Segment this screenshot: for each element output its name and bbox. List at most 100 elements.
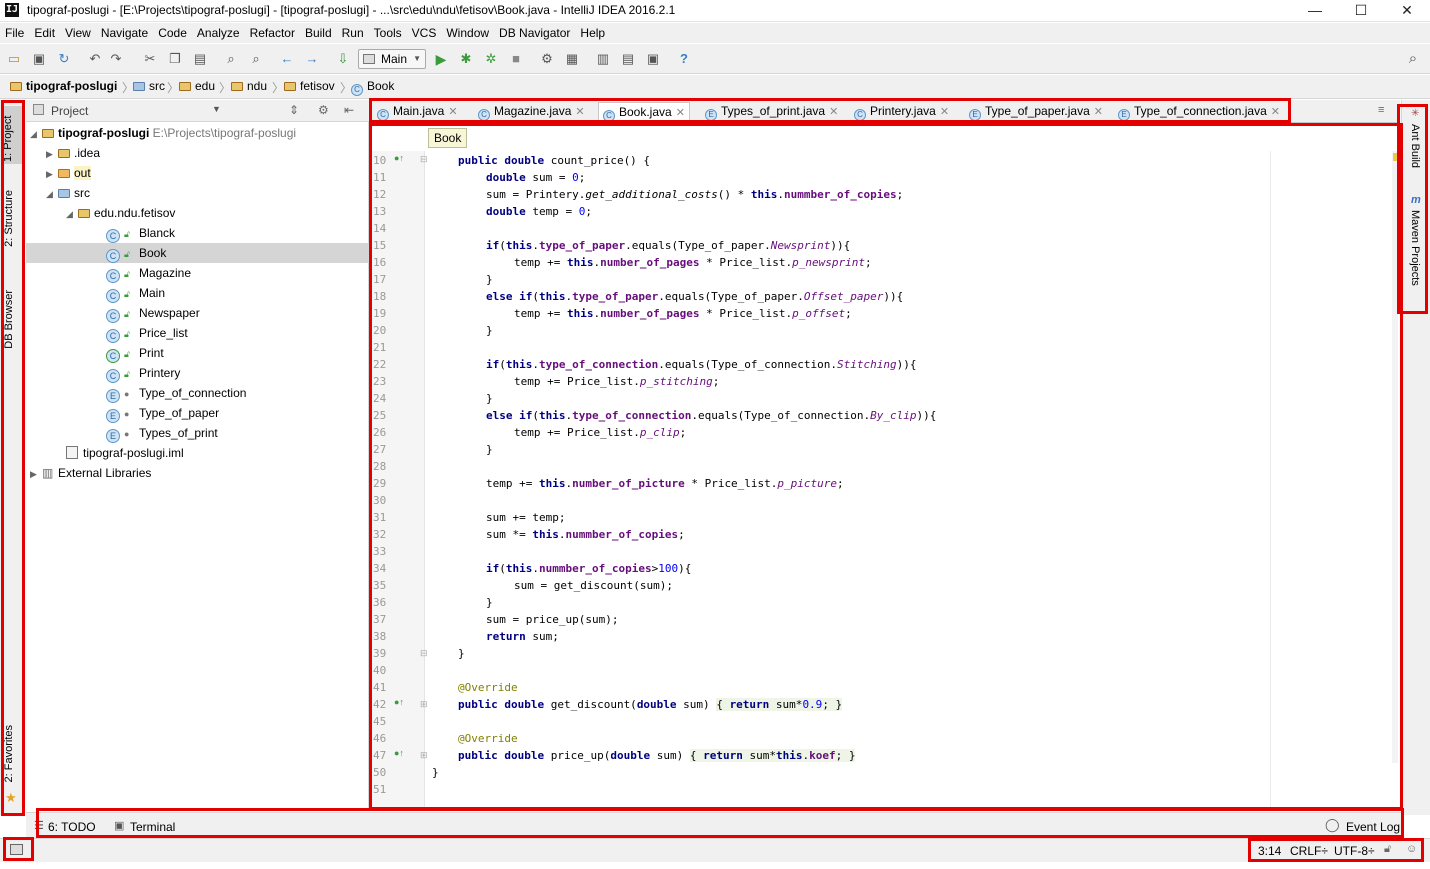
fold-icon[interactable]: ⊞ <box>420 750 428 761</box>
tree-item-class[interactable]: C 🔓︎ Newspaper <box>106 303 200 323</box>
caret-position[interactable]: 3:14 <box>1258 844 1281 858</box>
sync-icon[interactable]: ↻ <box>56 51 72 67</box>
tab-todo[interactable]: 6: TODO <box>48 820 96 834</box>
breadcrumb-project[interactable]: tipograf-poslugi <box>10 79 117 93</box>
tree-item-enum[interactable]: E ● Type_of_paper <box>106 403 219 423</box>
debug-icon[interactable]: ✱ <box>458 51 474 67</box>
menu-analyze[interactable]: Analyze <box>192 23 245 43</box>
menu-build[interactable]: Build <box>300 23 337 43</box>
override-marker-icon[interactable]: ●↑ <box>394 697 404 707</box>
coverage-icon[interactable]: ✲ <box>483 51 499 67</box>
menu-code[interactable]: Code <box>153 23 192 43</box>
help-icon[interactable]: ? <box>676 51 692 67</box>
fold-icon[interactable]: ⊞ <box>420 699 428 710</box>
menu-vcs[interactable]: VCS <box>407 23 442 43</box>
paste-icon[interactable]: ▤ <box>192 51 208 67</box>
tool-windows-toggle-icon[interactable] <box>10 844 23 855</box>
menu-refactor[interactable]: Refactor <box>245 23 300 43</box>
run-configuration-select[interactable]: Main ▼ <box>358 49 426 69</box>
chevron-down-icon[interactable]: ▼ <box>212 104 221 114</box>
tree-item-enum[interactable]: E ● Type_of_connection <box>106 383 246 403</box>
forward-icon[interactable]: → <box>304 51 320 67</box>
open-folder-icon[interactable]: ▭ <box>6 51 22 67</box>
close-icon[interactable]: ✕ <box>829 106 838 118</box>
redo-icon[interactable]: ↷ <box>108 51 124 67</box>
maximize-button[interactable]: ☐ <box>1338 0 1384 22</box>
tree-item-src[interactable]: ◢ src <box>46 183 90 203</box>
tree-item-class-selected[interactable]: C 🔓︎ Book <box>26 243 368 263</box>
run-icon[interactable]: ▶ <box>433 51 449 67</box>
tree-item-class[interactable]: C 🔓︎ Printery <box>106 363 180 383</box>
tree-item-project-root[interactable]: ◢ tipograf-poslugi E:\Projects\tipograf-p… <box>30 123 296 143</box>
sdk-manager-icon[interactable]: ▥ <box>595 51 611 67</box>
back-icon[interactable]: ← <box>279 51 295 67</box>
menu-file[interactable]: File <box>0 23 29 43</box>
breadcrumb-book[interactable]: C Book <box>351 79 394 96</box>
undo-icon[interactable]: ↶ <box>87 51 103 67</box>
menu-run[interactable]: Run <box>337 23 369 43</box>
tab-main-java[interactable]: C Main.java ✕ <box>373 102 462 123</box>
tab-magazine-java[interactable]: C Magazine.java ✕ <box>474 102 589 123</box>
tab-ant-build[interactable]: Ant Build <box>1409 124 1421 168</box>
tree-item-iml[interactable]: tipograf-poslugi.iml <box>66 443 184 463</box>
breadcrumb-src[interactable]: src <box>133 79 165 93</box>
override-marker-icon[interactable]: ●↑ <box>394 153 404 163</box>
tree-item-enum[interactable]: E ● Types_of_print <box>106 423 218 443</box>
tab-list-icon[interactable]: ≡ <box>1378 104 1384 116</box>
tab-printery-java[interactable]: C Printery.java ✕ <box>850 102 953 123</box>
menu-tools[interactable]: Tools <box>369 23 407 43</box>
code-editor[interactable]: Book 10 11 12 13 14 15 16 17 18 19 20 21… <box>370 123 1400 811</box>
tree-item-class[interactable]: C 🔓︎ Print <box>106 343 164 363</box>
fold-icon[interactable]: ⊟ <box>420 648 428 659</box>
gear-icon[interactable]: ⚙ <box>318 103 329 117</box>
tab-structure-tool[interactable]: 2: Structure <box>3 190 15 247</box>
tab-terminal[interactable]: Terminal <box>130 820 175 834</box>
tree-item-class[interactable]: C 🔓︎ Blanck <box>106 223 175 243</box>
breadcrumb-fetisov[interactable]: fetisov <box>284 79 335 93</box>
close-icon[interactable]: ✕ <box>1094 106 1103 118</box>
inspector-icon[interactable]: ☺ <box>1406 843 1417 855</box>
scroll-from-source-icon[interactable]: ⇕ <box>289 103 299 117</box>
override-marker-icon[interactable]: ●↑ <box>394 748 404 758</box>
tab-types-of-print-java[interactable]: E Types_of_print.java ✕ <box>701 102 842 123</box>
cut-icon[interactable]: ✂ <box>142 51 158 67</box>
menu-help[interactable]: Help <box>575 23 610 43</box>
tree-item-idea[interactable]: ▶ .idea <box>46 143 100 163</box>
android-icon[interactable]: ▣ <box>645 51 661 67</box>
menu-edit[interactable]: Edit <box>29 23 60 43</box>
file-encoding[interactable]: UTF-8÷ <box>1334 844 1375 858</box>
tab-db-browser-tool[interactable]: DB Browser <box>3 290 15 349</box>
settings-icon[interactable]: ⚙ <box>539 51 555 67</box>
avd-manager-icon[interactable]: ▤ <box>620 51 636 67</box>
stop-icon[interactable]: ■ <box>508 51 524 67</box>
project-structure-icon[interactable]: ▦ <box>564 51 580 67</box>
tab-book-java[interactable]: C Book.java ✕ <box>598 102 690 123</box>
fold-icon[interactable]: ⊟ <box>420 154 428 165</box>
editor-scrollbar[interactable] <box>1392 151 1398 763</box>
minimize-button[interactable]: — <box>1292 0 1338 22</box>
lock-icon[interactable]: 🔓︎ <box>1384 843 1391 856</box>
line-separator[interactable]: CRLF÷ <box>1290 844 1328 858</box>
close-icon[interactable]: ✕ <box>1271 106 1280 118</box>
close-button[interactable]: ✕ <box>1384 0 1430 22</box>
find-icon[interactable]: ⌕ <box>223 51 239 67</box>
tab-project-tool[interactable]: 1: Project <box>2 106 22 164</box>
replace-icon[interactable]: ⌕ <box>248 51 264 67</box>
menu-view[interactable]: View <box>60 23 96 43</box>
tree-item-package[interactable]: ◢ edu.ndu.fetisov <box>66 203 175 223</box>
hide-panel-icon[interactable]: ⇤ <box>344 103 354 117</box>
tab-favorites-tool[interactable]: 2: Favorites <box>3 725 15 782</box>
breadcrumb-edu[interactable]: edu <box>179 79 215 93</box>
tab-maven-projects[interactable]: Maven Projects <box>1409 210 1421 286</box>
close-icon[interactable]: ✕ <box>940 106 949 118</box>
close-icon[interactable]: ✕ <box>676 107 685 119</box>
tree-item-class[interactable]: C 🔓︎ Price_list <box>106 323 188 343</box>
tab-event-log[interactable]: Event Log <box>1346 820 1400 834</box>
close-icon[interactable]: ✕ <box>575 106 584 118</box>
tree-item-external-libraries[interactable]: ▶ ▥ External Libraries <box>30 463 151 483</box>
copy-icon[interactable]: ❐ <box>167 51 183 67</box>
tree-item-out[interactable]: ▶ out <box>46 163 91 183</box>
menu-db-navigator[interactable]: DB Navigator <box>494 23 575 43</box>
save-icon[interactable]: ▣ <box>31 51 47 67</box>
tree-item-class[interactable]: C 🔓︎ Main <box>106 283 165 303</box>
